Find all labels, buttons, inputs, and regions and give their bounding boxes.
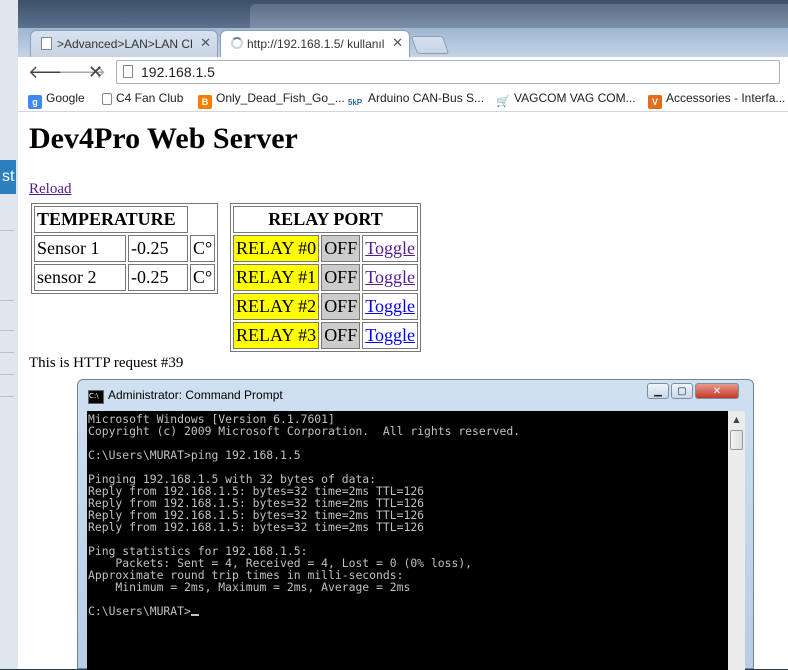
stop-icon[interactable]: ✕ (88, 62, 103, 83)
desktop-glass (0, 0, 788, 30)
relay-toggle-link[interactable]: Toggle (365, 296, 415, 316)
v-logo-icon: V (648, 95, 662, 109)
bookmark-vagcom[interactable]: 🛒 VAGCOM VAG COM... (496, 91, 636, 109)
maximize-button[interactable]: ▢ (671, 383, 693, 399)
blogger-icon: B (198, 95, 212, 109)
relay-state: OFF (321, 264, 361, 291)
console-lines: Microsoft Windows [Version 6.1.7601] Cop… (88, 412, 521, 594)
bookmark-label: VAGCOM VAG COM... (514, 91, 636, 105)
command-prompt-window[interactable]: C:\ Administrator: Command Prompt ▁ ▢ ✕ … (77, 379, 754, 670)
relay-state: OFF (321, 235, 361, 262)
console-prompt: C:\Users\MURAT> (88, 604, 191, 618)
relay-name: RELAY #1 (233, 264, 320, 291)
relay-toggle-link[interactable]: Toggle (365, 267, 415, 287)
page-icon (41, 37, 52, 50)
temperature-table: TEMPERATURE Sensor 1 -0.25 C° sensor 2 -… (31, 203, 219, 294)
tab-router-admin[interactable]: >Advanced>LAN>LAN Cl ✕ (30, 30, 218, 57)
bookmark-blog[interactable]: B Only_Dead_Fish_Go_... (198, 91, 345, 109)
bookmark-label: Accessories - Interfa... (666, 91, 786, 105)
new-tab-button[interactable] (410, 36, 450, 54)
temperature-header: TEMPERATURE (34, 206, 188, 233)
page-icon (123, 65, 133, 78)
minimize-button[interactable]: ▁ (647, 383, 669, 399)
address-bar[interactable]: 192.168.1.5 (116, 60, 780, 84)
console-output[interactable]: Microsoft Windows [Version 6.1.7601] Cop… (87, 411, 728, 670)
tab-strip: >Advanced>LAN>LAN Cl ✕ http://192.168.1.… (18, 28, 788, 57)
google-icon: g (28, 95, 42, 109)
tab-label: http://192.168.1.5/ kullanıl (247, 37, 385, 51)
bookmarks-bar: g Google C4 Fan Club B Only_Dead_Fish_Go_.… (18, 87, 788, 112)
table-row: sensor 2 -0.25 C° (34, 264, 216, 291)
relay-toggle-link[interactable]: Toggle (365, 238, 415, 258)
table-row: Sensor 1 -0.25 C° (34, 235, 216, 262)
relay-toggle-link[interactable]: Toggle (365, 325, 415, 345)
scrollbar-thumb[interactable] (730, 430, 743, 450)
table-row: RELAY #0 OFF Toggle (233, 235, 418, 262)
reload-link[interactable]: Reload (29, 181, 72, 198)
console-icon: C:\ (88, 390, 104, 404)
close-button[interactable]: ✕ (695, 383, 739, 399)
bookmark-label: C4 Fan Club (116, 91, 184, 105)
relay-state: OFF (321, 293, 361, 320)
bookmark-c4-fan-club[interactable]: C4 Fan Club (102, 91, 183, 105)
loading-spinner-icon (231, 37, 243, 49)
tab-label: >Advanced>LAN>LAN Cl (57, 37, 193, 51)
sensor-name: sensor 2 (34, 264, 126, 291)
5kp-icon: 5kP (346, 96, 364, 110)
url-text: 192.168.1.5 (141, 64, 215, 80)
relay-name: RELAY #0 (233, 235, 320, 262)
bookmark-label: Arduino CAN-Bus S... (368, 91, 485, 105)
close-icon[interactable]: ✕ (200, 35, 211, 51)
page-icon (102, 93, 112, 105)
relay-table: RELAY PORT RELAY #0 OFF Toggle RELAY #1 … (230, 203, 421, 352)
window-title: Administrator: Command Prompt (108, 388, 283, 402)
relay-state: OFF (321, 322, 361, 349)
vertical-scrollbar[interactable]: ▲ (728, 411, 745, 670)
bookmark-google[interactable]: g Google (28, 91, 85, 109)
table-row: RELAY #3 OFF Toggle (233, 322, 418, 349)
bookmark-label: Only_Dead_Fish_Go_... (216, 91, 345, 105)
bookmark-accessories[interactable]: V Accessories - Interfa... (648, 91, 785, 109)
http-request-counter: This is HTTP request #39 (29, 355, 184, 371)
table-row: RELAY #2 OFF Toggle (233, 293, 418, 320)
sensor-value: -0.25 (128, 235, 188, 262)
relay-name: RELAY #3 (233, 322, 320, 349)
tab-web-server[interactable]: http://192.168.1.5/ kullanıl ✕ (220, 30, 410, 57)
sensor-unit: C° (190, 235, 216, 262)
relay-header: RELAY PORT (233, 206, 418, 233)
background-window: st (0, 0, 18, 669)
bookmark-arduino[interactable]: 5kP Arduino CAN-Bus S... (346, 91, 484, 110)
cart-icon: 🛒 (496, 95, 510, 109)
close-icon[interactable]: ✕ (392, 35, 403, 51)
relay-name: RELAY #2 (233, 293, 320, 320)
toolbar: 🡐 🡒 ✕ 192.168.1.5 (18, 57, 788, 87)
text-cursor (190, 614, 199, 616)
page-title: Dev4Pro Web Server (29, 122, 298, 155)
sensor-value: -0.25 (128, 264, 188, 291)
table-row: RELAY #1 OFF Toggle (233, 264, 418, 291)
background-window-label: st (0, 160, 16, 194)
sensor-name: Sensor 1 (34, 235, 126, 262)
sensor-unit: C° (190, 264, 216, 291)
bookmark-label: Google (46, 91, 85, 105)
scroll-up-arrow-icon[interactable]: ▲ (728, 411, 745, 428)
